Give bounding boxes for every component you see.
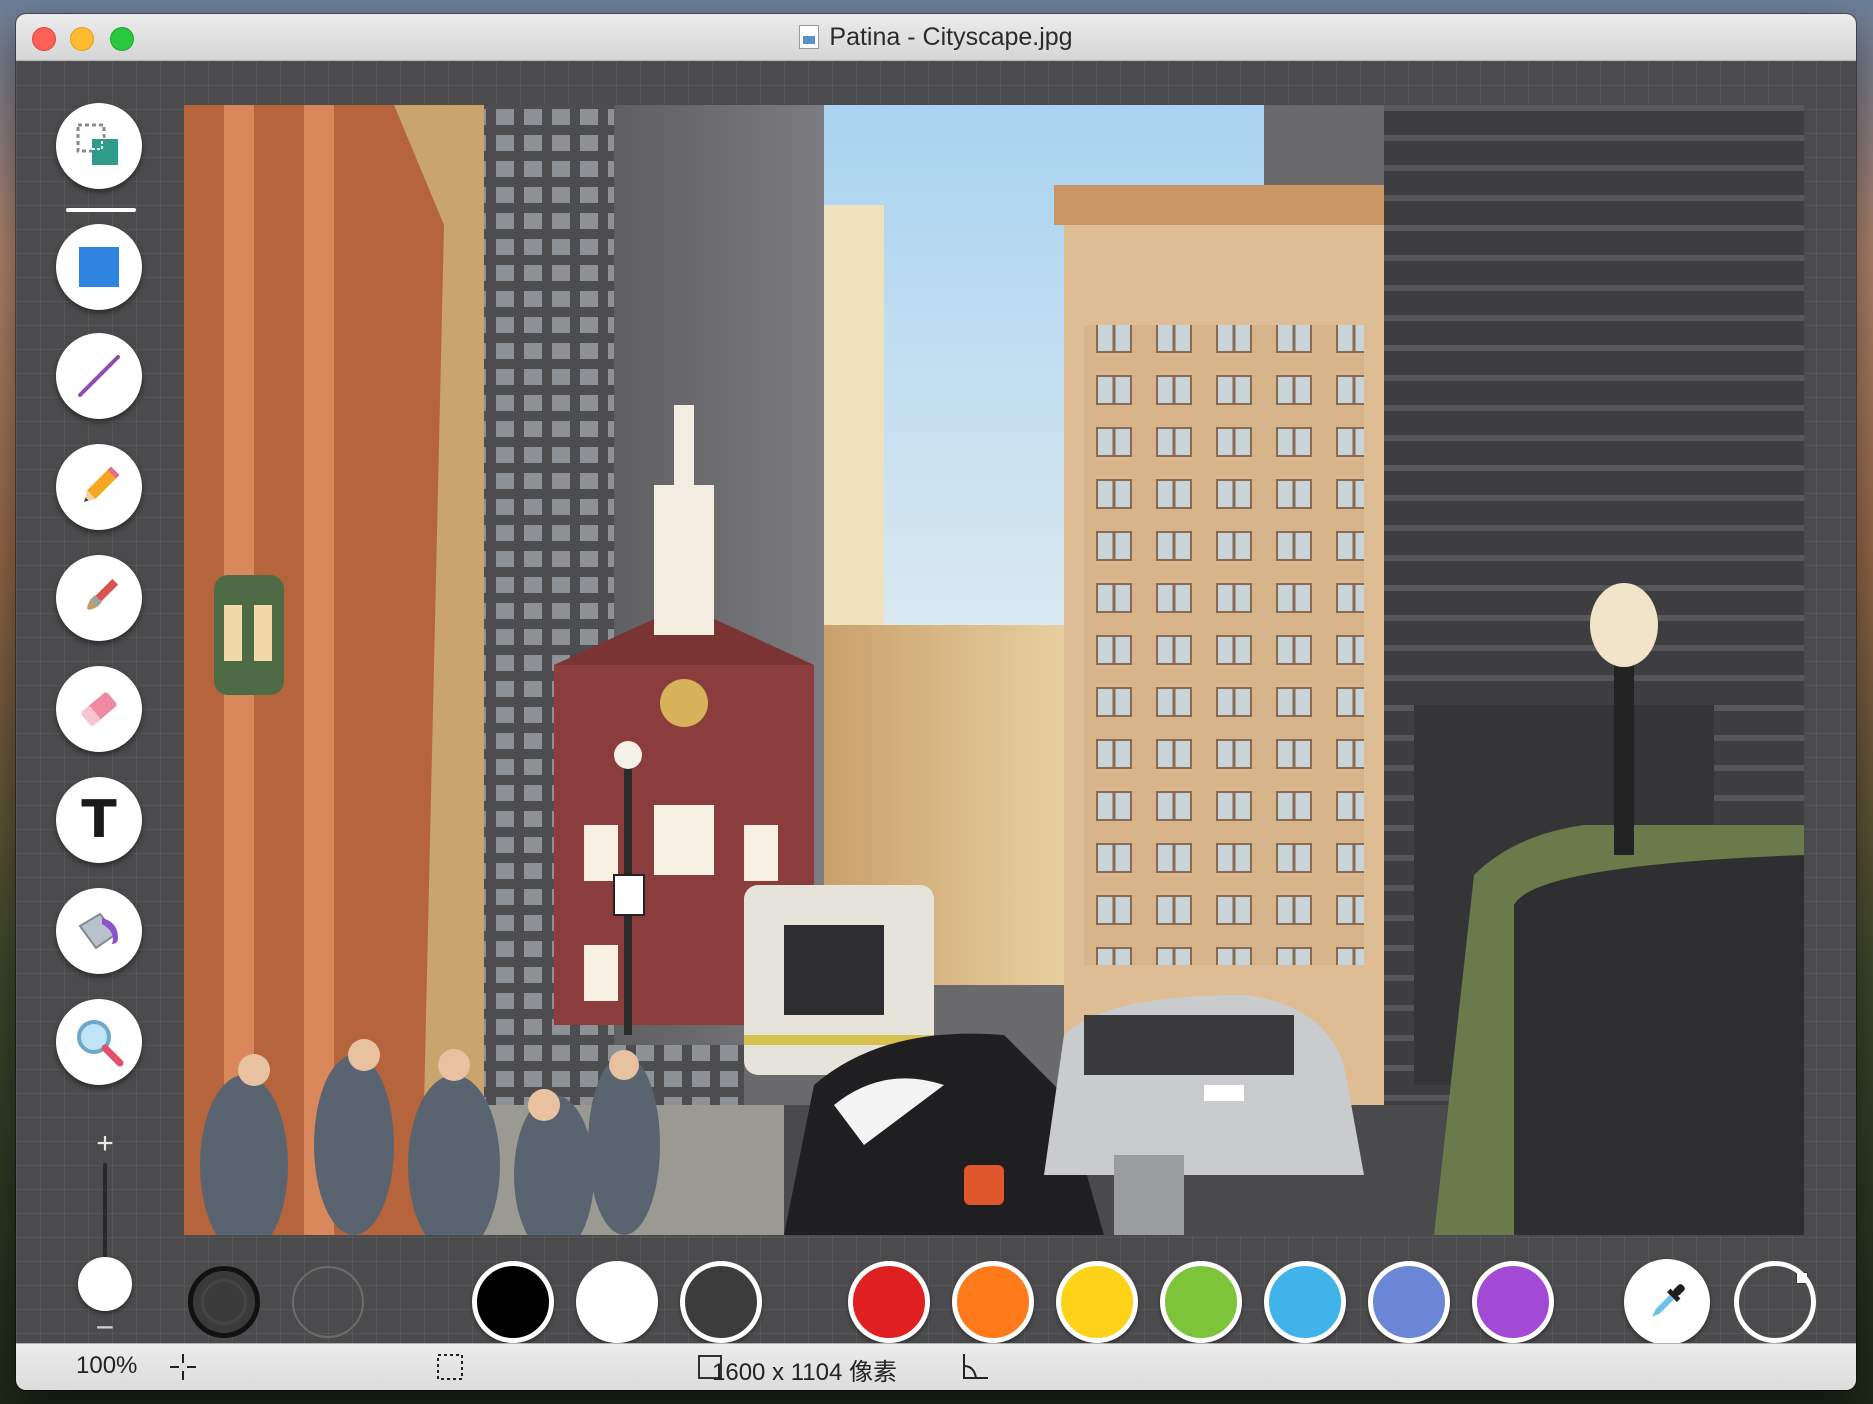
magnifier-icon: [77, 1020, 124, 1067]
color-swatch-yellow[interactable]: [1056, 1261, 1138, 1343]
line-tool[interactable]: [56, 333, 156, 421]
text-tool[interactable]: T: [56, 777, 142, 863]
eyedropper-button[interactable]: [1624, 1259, 1710, 1345]
eyedropper-icon: [1652, 1284, 1685, 1317]
eraser-tool[interactable]: [56, 666, 142, 752]
app-window: Patina - Cityscape.jpg T + − 100% 1600 x…: [16, 14, 1856, 1390]
status-bar: 100% 1600 x 1104 像素: [16, 1343, 1856, 1390]
selection-tool[interactable]: [56, 103, 156, 191]
line-icon: [78, 355, 120, 397]
crosshair-icon[interactable]: [168, 1352, 198, 1382]
selected-tool-indicator: [66, 208, 136, 212]
workspace: T + −: [16, 61, 1856, 1349]
paint-bucket-icon: [78, 912, 118, 950]
color-swatch-purple[interactable]: [1472, 1261, 1554, 1343]
window-title: Patina - Cityscape.jpg: [829, 22, 1073, 51]
selection-size-icon[interactable]: [435, 1352, 465, 1382]
fill-color-well[interactable]: [292, 1266, 364, 1338]
pencil-tool[interactable]: [56, 444, 142, 530]
zoom-tool[interactable]: [56, 999, 142, 1085]
zoom-slider-knob[interactable]: [78, 1257, 132, 1311]
color-swatch-orange[interactable]: [952, 1261, 1034, 1343]
title-bar: Patina - Cityscape.jpg: [16, 14, 1856, 61]
pencil-icon: [84, 466, 120, 502]
zoom-out-button[interactable]: −: [90, 1311, 120, 1343]
zoom-in-button[interactable]: +: [90, 1129, 120, 1159]
stroke-color-well[interactable]: [188, 1266, 260, 1338]
brush-tool[interactable]: [56, 555, 142, 641]
color-swatch-red[interactable]: [848, 1261, 930, 1343]
color-swatch-white[interactable]: [576, 1261, 658, 1343]
color-swatch-black[interactable]: [472, 1261, 554, 1343]
fill-tool[interactable]: [56, 888, 142, 974]
color-swatch-sky-blue[interactable]: [1264, 1261, 1346, 1343]
cityscape-image[interactable]: [184, 105, 1804, 1235]
custom-color-swatch[interactable]: [1734, 1261, 1816, 1343]
canvas-dimensions: 1600 x 1104 像素: [712, 1359, 898, 1386]
color-swatch-dark-gray[interactable]: [680, 1261, 762, 1343]
rectangle-icon: [79, 247, 119, 287]
color-swatch-periwinkle[interactable]: [1368, 1261, 1450, 1343]
document-icon: [799, 25, 820, 49]
selection-icon: [76, 123, 118, 165]
rectangle-tool[interactable]: [56, 224, 156, 312]
canvas[interactable]: [184, 105, 1808, 1284]
zoom-level[interactable]: 100%: [76, 1352, 137, 1380]
brush-icon: [87, 578, 119, 610]
angle-icon[interactable]: [960, 1352, 990, 1382]
eraser-icon: [81, 692, 117, 726]
color-swatch-green[interactable]: [1160, 1261, 1242, 1343]
text-icon: T: [81, 790, 117, 850]
